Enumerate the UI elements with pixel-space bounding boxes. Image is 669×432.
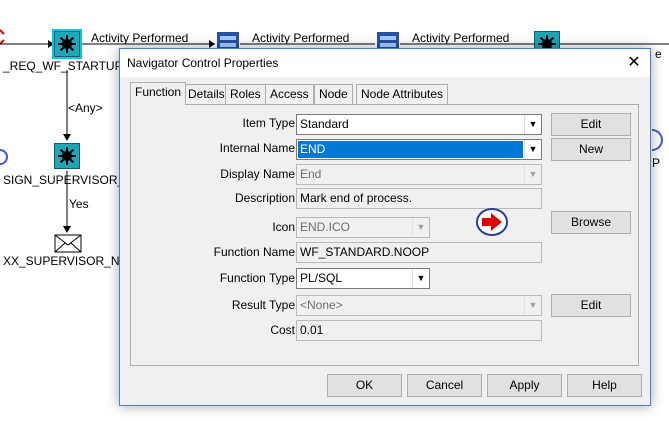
apply-button[interactable]: Apply: [487, 374, 562, 397]
result-type-label: Result Type: [231, 298, 295, 312]
result-type-select: <None> ▼: [296, 295, 542, 316]
chevron-down-icon: ▼: [524, 296, 541, 315]
node-label-cut: e: [655, 47, 662, 61]
function-type-value: PL/SQL: [300, 271, 343, 285]
cost-field[interactable]: 0.01: [296, 320, 542, 341]
help-button[interactable]: Help: [567, 374, 642, 397]
edge-label: Activity Performed: [412, 31, 510, 45]
icon-value: END.ICO: [300, 220, 351, 234]
chevron-down-icon: ▼: [524, 165, 541, 184]
tab-function[interactable]: Function: [130, 82, 187, 105]
icon-select: END.ICO ▼: [296, 217, 430, 238]
display-name-select: End ▼: [296, 164, 542, 185]
tab-node[interactable]: Node: [314, 84, 353, 104]
node-label-cut: P: [652, 156, 661, 170]
result-type-value: <None>: [300, 298, 343, 312]
display-name-label: Display Name: [220, 167, 295, 181]
chevron-down-icon[interactable]: ▼: [524, 115, 541, 134]
edge-label: Activity Performed: [91, 31, 189, 45]
browse-button[interactable]: Browse: [551, 211, 631, 234]
new-button[interactable]: New: [551, 138, 631, 161]
description-label: Description: [234, 191, 295, 205]
internal-name-label: Internal Name: [219, 141, 295, 155]
gear-icon: [58, 147, 76, 165]
item-type-select[interactable]: Standard ▼: [296, 114, 542, 135]
end-arrow-icon: [476, 208, 508, 236]
transition-label-yes: Yes: [69, 197, 89, 211]
workflow-node-assign-supervisor[interactable]: [54, 143, 80, 169]
chevron-down-icon[interactable]: ▼: [524, 140, 541, 159]
dialog-title: Navigator Control Properties: [127, 56, 279, 70]
chevron-down-icon: ▼: [412, 218, 429, 237]
dialog-titlebar[interactable]: Navigator Control Properties ✕: [120, 49, 650, 77]
internal-name-value: END: [298, 141, 523, 158]
tab-details[interactable]: Details: [183, 84, 230, 104]
function-type-select[interactable]: PL/SQL ▼: [296, 268, 430, 289]
description-field[interactable]: Mark end of process.: [296, 188, 542, 209]
ok-button[interactable]: OK: [327, 374, 402, 397]
display-name-value: End: [300, 167, 322, 181]
item-type-value: Standard: [300, 117, 349, 131]
cancel-button[interactable]: Cancel: [407, 374, 482, 397]
icon-label: Icon: [272, 220, 295, 234]
chevron-down-icon[interactable]: ▼: [412, 269, 429, 288]
cost-label: Cost: [270, 323, 295, 337]
gear-icon: [58, 35, 76, 53]
tab-roles[interactable]: Roles: [225, 84, 266, 104]
tab-access[interactable]: Access: [265, 84, 314, 104]
function-name-field[interactable]: WF_STANDARD.NOOP: [296, 242, 542, 263]
function-type-label: Function Type: [219, 271, 295, 285]
item-type-label: Item Type: [242, 116, 295, 130]
transition-label-any: <Any>: [68, 101, 103, 115]
edit-item-type-button[interactable]: Edit: [551, 113, 631, 136]
node-label: _REQ_WF_STARTUP_V: [3, 59, 138, 73]
close-icon[interactable]: ✕: [618, 49, 650, 77]
navigator-control-properties-dialog: Navigator Control Properties ✕ Function …: [119, 48, 651, 406]
tab-node-attributes[interactable]: Node Attributes: [356, 84, 449, 104]
edge-label: Activity Performed: [252, 31, 350, 45]
edit-result-type-button[interactable]: Edit: [551, 294, 631, 317]
internal-name-select[interactable]: END ▼: [296, 139, 542, 160]
function-name-label: Function Name: [213, 245, 295, 259]
node-label: XX_SUPERVISOR_NOT: [3, 254, 137, 268]
function-tab-panel: Item Type Standard ▼ Edit Internal Name …: [130, 104, 639, 366]
workflow-node-startup[interactable]: [52, 29, 82, 59]
